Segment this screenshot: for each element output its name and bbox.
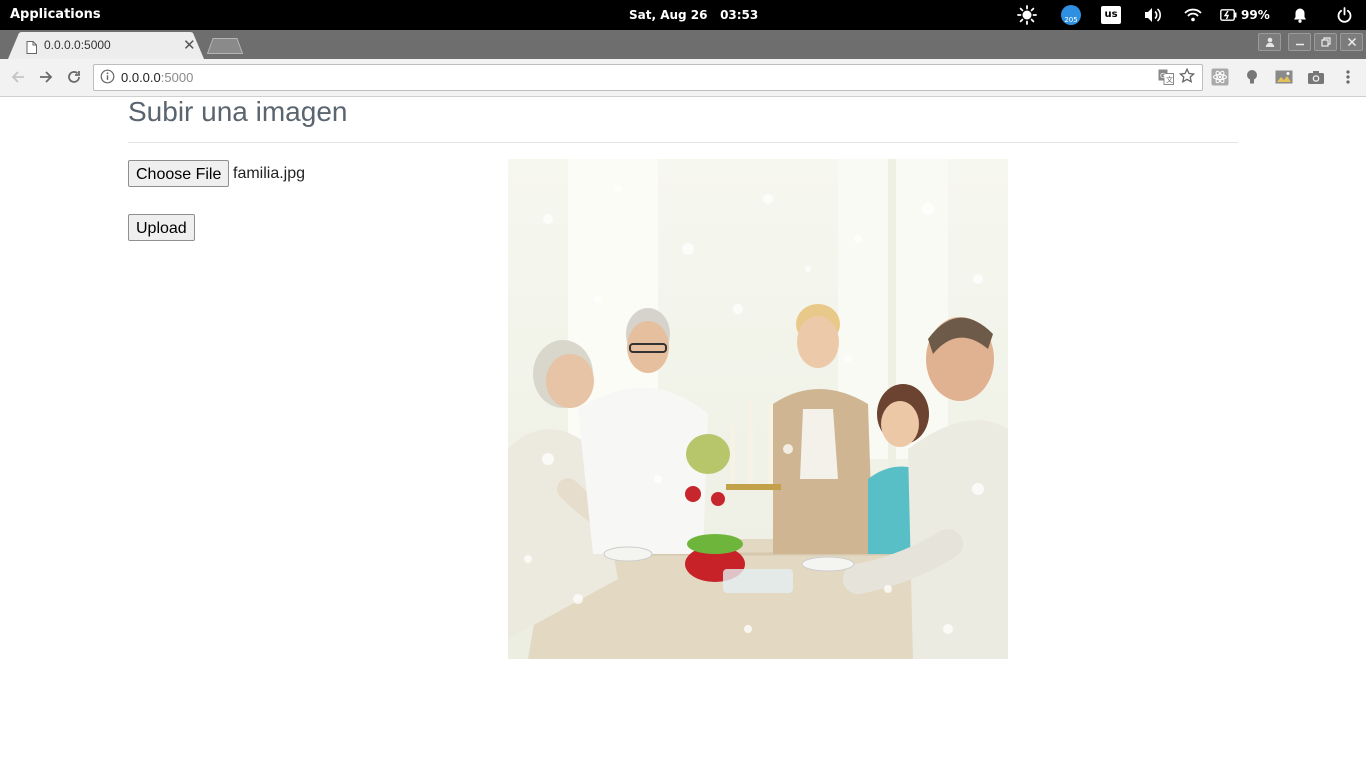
weather-badge: 205	[1064, 16, 1078, 24]
uploaded-family-photo	[508, 159, 1008, 659]
system-top-bar: Applications Sat, Aug 26 03:53 205 us 99…	[0, 0, 1366, 30]
browser-tab-strip: 0.0.0.0:5000 ✕	[0, 30, 1366, 59]
page-icon	[26, 39, 37, 58]
translate-icon[interactable]: G文	[1158, 69, 1174, 89]
page-title: Subir una imagen	[128, 96, 348, 127]
battery-indicator[interactable]: 99%	[1220, 0, 1276, 30]
site-info-icon[interactable]	[100, 69, 115, 88]
notifications-icon[interactable]	[1290, 0, 1310, 30]
chrome-menu-icon[interactable]	[1339, 68, 1357, 86]
url-port: :5000	[160, 70, 194, 85]
back-button[interactable]	[8, 67, 28, 87]
reload-button[interactable]	[64, 67, 84, 87]
url-host: 0.0.0.0	[121, 70, 161, 85]
volume-icon[interactable]	[1142, 0, 1164, 30]
brightness-icon[interactable]	[1016, 0, 1038, 30]
url-text: 0.0.0.0:5000	[121, 65, 193, 90]
applications-menu[interactable]: Applications	[10, 0, 101, 30]
extension-camera-icon[interactable]	[1307, 68, 1325, 86]
restore-window-button[interactable]	[1314, 33, 1337, 51]
browser-toolbar: 0.0.0.0:5000 G文	[0, 59, 1366, 97]
extension-bulb-icon[interactable]	[1243, 68, 1261, 86]
tab-title: 0.0.0.0:5000	[44, 38, 111, 52]
minimize-window-button[interactable]	[1288, 33, 1311, 51]
upload-button[interactable]: Upload	[128, 214, 195, 241]
power-icon[interactable]	[1334, 0, 1354, 30]
battery-percent: 99%	[1241, 8, 1270, 22]
wifi-icon[interactable]	[1182, 0, 1204, 30]
address-bar[interactable]: 0.0.0.0:5000 G文	[93, 64, 1203, 91]
close-window-button[interactable]	[1340, 33, 1363, 51]
bookmark-star-icon[interactable]	[1178, 67, 1196, 88]
new-tab-button[interactable]	[206, 38, 244, 58]
time-text: 03:53	[720, 8, 759, 22]
close-tab-icon[interactable]: ✕	[183, 32, 196, 59]
extension-image-icon[interactable]	[1275, 68, 1293, 86]
battery-icon	[1220, 9, 1237, 21]
svg-text:G: G	[1160, 72, 1165, 80]
selected-file-name: familia.jpg	[233, 165, 306, 182]
extension-react-icon[interactable]	[1211, 68, 1229, 86]
clock[interactable]: Sat, Aug 26 03:53	[629, 0, 758, 30]
forward-button[interactable]	[36, 67, 56, 87]
date-text: Sat, Aug 26	[629, 8, 708, 22]
choose-file-button[interactable]: Choose File	[128, 160, 230, 187]
profile-icon[interactable]	[1258, 33, 1281, 51]
tab-active[interactable]: 0.0.0.0:5000 ✕	[8, 32, 204, 59]
svg-text:文: 文	[1166, 75, 1173, 84]
keyboard-layout-indicator[interactable]: us	[1100, 0, 1122, 30]
heading-divider	[128, 142, 1238, 143]
weather-icon[interactable]: 205	[1060, 0, 1082, 30]
page-content: Subir una imagen Choose File familia.jpg…	[0, 97, 1366, 768]
keyboard-layout-text: us	[1101, 6, 1121, 24]
